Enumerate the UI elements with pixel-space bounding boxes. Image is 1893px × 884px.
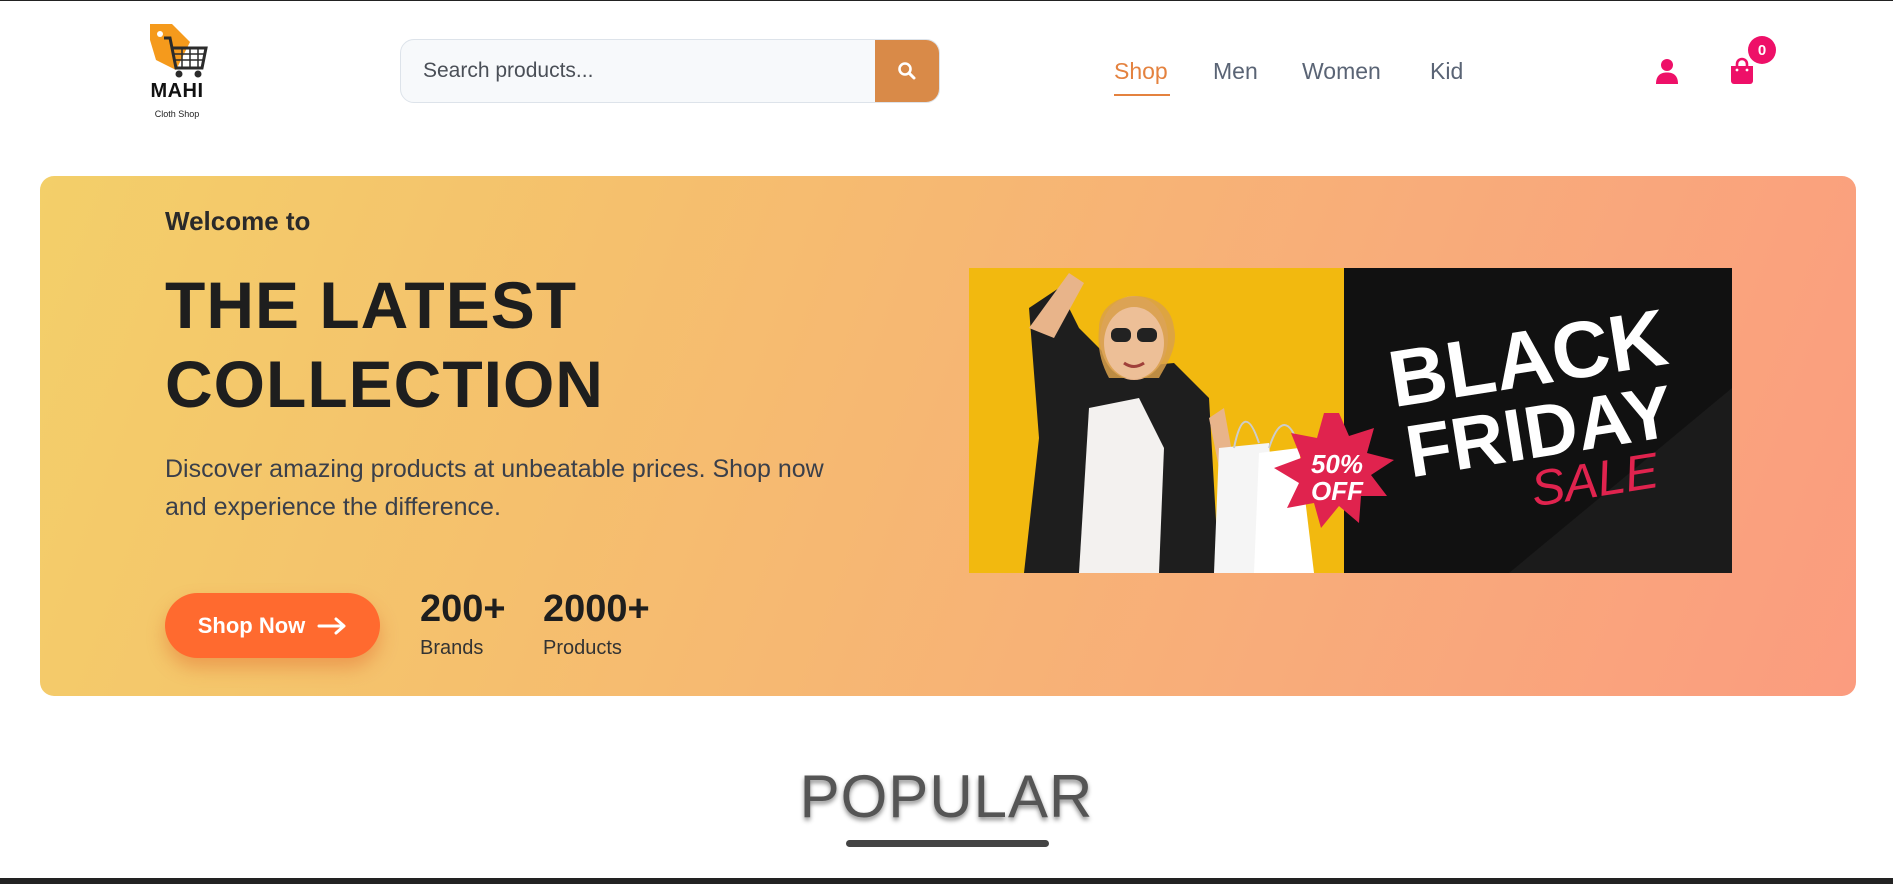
stat-products: 2000+ Products <box>543 588 650 660</box>
nav-item-women[interactable]: Women <box>1302 58 1381 85</box>
hero-headline: THE LATEST COLLECTION <box>165 266 865 424</box>
search-input[interactable] <box>401 40 877 102</box>
brand-name: MAHI <box>150 80 204 102</box>
nav-active-underline <box>1114 94 1170 96</box>
stat-brands-label: Brands <box>420 637 484 659</box>
black-friday-promo-image: 50% OFF BLACK FRIDAY SALE <box>969 268 1732 573</box>
shopping-bag-icon[interactable] <box>1729 57 1755 85</box>
user-icon[interactable] <box>1654 58 1680 84</box>
nav-item-men[interactable]: Men <box>1213 58 1258 85</box>
hero-headline-line1: THE LATEST <box>165 268 578 342</box>
search-icon <box>898 62 916 80</box>
stat-products-value: 2000+ <box>543 588 650 630</box>
shop-now-label: Shop Now <box>197 612 306 638</box>
discount-percent: 50% <box>1311 449 1363 479</box>
search-button[interactable] <box>875 40 939 102</box>
stat-products-label: Products <box>543 637 622 659</box>
page-bottom-edge <box>0 878 1893 884</box>
stat-brands-value: 200+ <box>420 588 506 630</box>
cart-count-badge: 0 <box>1748 36 1776 64</box>
hero-headline-line2: COLLECTION <box>165 347 604 421</box>
search-bar <box>400 39 940 103</box>
stat-brands: 200+ Brands <box>420 588 506 660</box>
hero-description: Discover amazing products at unbeatable … <box>165 455 824 521</box>
discount-off: OFF <box>1311 476 1364 506</box>
brand-tagline: Cloth Shop <box>154 109 200 119</box>
section-title-underline <box>846 840 1049 847</box>
shop-now-button[interactable]: Shop Now <box>165 593 380 658</box>
hero-welcome: Welcome to <box>165 206 311 236</box>
arrow-right-icon <box>317 617 346 634</box>
site-header <box>0 1 1893 141</box>
hero-banner: Welcome to THE LATEST COLLECTION Discove… <box>40 176 1856 696</box>
section-title-popular: POPULAR <box>799 763 1094 830</box>
shopping-cart-tag-icon[interactable] <box>146 20 208 120</box>
nav-item-kid[interactable]: Kid <box>1430 58 1463 85</box>
nav-item-shop[interactable]: Shop <box>1114 58 1168 85</box>
